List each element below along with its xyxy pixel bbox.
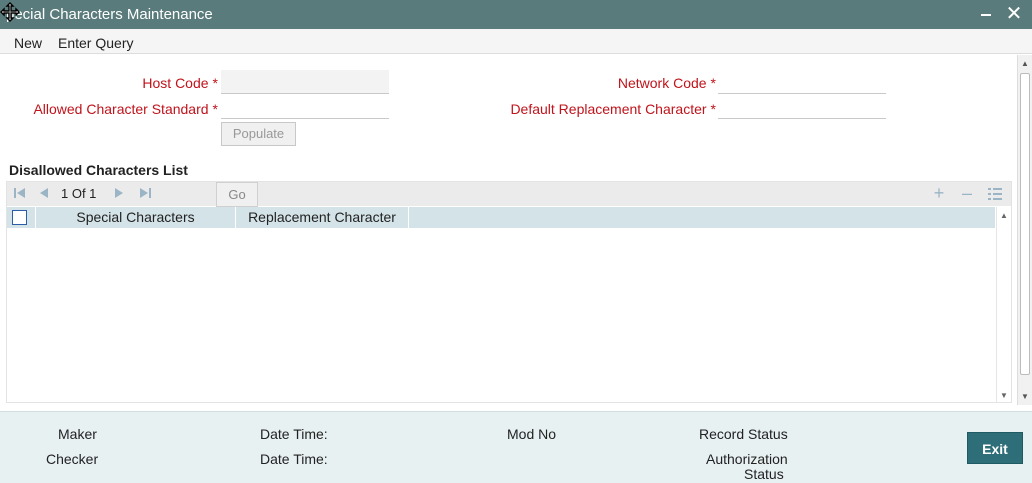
- prev-page-icon[interactable]: [37, 186, 51, 200]
- allowed-character-standard-label: Allowed Character Standard *: [33, 101, 218, 117]
- select-all-checkbox[interactable]: [12, 210, 27, 225]
- next-page-icon[interactable]: [112, 186, 126, 200]
- network-code-field[interactable]: [718, 70, 886, 94]
- select-all-cell: [7, 207, 36, 228]
- minimize-icon[interactable]: [978, 4, 996, 24]
- exit-button[interactable]: Exit: [967, 432, 1023, 464]
- form-area: Host Code * Network Code * Allowed Charact…: [0, 55, 1016, 405]
- default-replacement-character-label: Default Replacement Character *: [510, 101, 716, 117]
- disallowed-characters-grid: 1 Of 1 Go + – Special Characters Replace…: [6, 181, 1012, 403]
- audit-footer: Maker Checker Date Time: Date Time: Mod …: [0, 411, 1032, 483]
- default-replacement-character-field[interactable]: [718, 95, 886, 119]
- delete-row-icon[interactable]: –: [959, 184, 975, 202]
- menu-bar: New Enter Query: [0, 29, 1032, 54]
- close-icon[interactable]: ✕: [1004, 3, 1024, 25]
- page-indicator: 1 Of 1: [61, 186, 97, 201]
- scroll-down-icon[interactable]: ▼: [1021, 392, 1029, 401]
- scrollbar-thumb[interactable]: [1020, 73, 1030, 375]
- title-bar: pecial Characters Maintenance ✕: [0, 0, 1032, 29]
- new-menu-item[interactable]: New: [14, 35, 42, 51]
- authorization-status-label-line2: Status: [744, 466, 784, 482]
- scroll-up-icon[interactable]: ▲: [1000, 211, 1008, 220]
- allowed-character-standard-field[interactable]: [221, 95, 389, 119]
- maker-date-time-label: Date Time:: [260, 426, 328, 442]
- single-view-icon[interactable]: [987, 185, 1003, 203]
- go-button[interactable]: Go: [216, 182, 258, 207]
- authorization-status-label: Authorization: [706, 451, 788, 467]
- enter-query-menu-item[interactable]: Enter Query: [58, 35, 133, 51]
- page-scrollbar[interactable]: ▲ ▼: [1017, 55, 1032, 405]
- mod-no-label: Mod No: [507, 426, 557, 442]
- grid-scrollbar[interactable]: ▲ ▼: [996, 207, 1011, 402]
- grid-toolbar: 1 Of 1 Go + –: [7, 182, 1011, 207]
- column-header-replacement-character[interactable]: Replacement Character: [236, 207, 409, 228]
- first-page-icon[interactable]: [13, 186, 27, 200]
- add-row-icon[interactable]: +: [931, 184, 947, 202]
- disallowed-characters-list-title: Disallowed Characters List: [9, 162, 188, 178]
- required-marker: *: [212, 101, 218, 117]
- host-code-label: Host Code *: [142, 75, 218, 91]
- scroll-up-icon[interactable]: ▲: [1021, 59, 1029, 68]
- required-marker: *: [212, 75, 218, 91]
- window-title: pecial Characters Maintenance: [6, 6, 213, 23]
- required-marker: *: [710, 75, 716, 91]
- move-icon[interactable]: [0, 2, 20, 22]
- grid-header-row: Special Characters Replacement Character: [7, 207, 995, 228]
- maker-label: Maker: [58, 426, 97, 442]
- last-page-icon[interactable]: [138, 186, 152, 200]
- column-header-special-characters[interactable]: Special Characters: [36, 207, 236, 228]
- checker-label: Checker: [46, 451, 99, 467]
- required-marker: *: [710, 101, 716, 117]
- populate-button[interactable]: Populate: [221, 122, 296, 146]
- record-status-label: Record Status: [699, 426, 788, 442]
- network-code-label: Network Code *: [617, 75, 716, 91]
- checker-date-time-label: Date Time:: [260, 451, 328, 467]
- scroll-down-icon[interactable]: ▼: [1000, 391, 1008, 400]
- host-code-field[interactable]: [221, 70, 389, 94]
